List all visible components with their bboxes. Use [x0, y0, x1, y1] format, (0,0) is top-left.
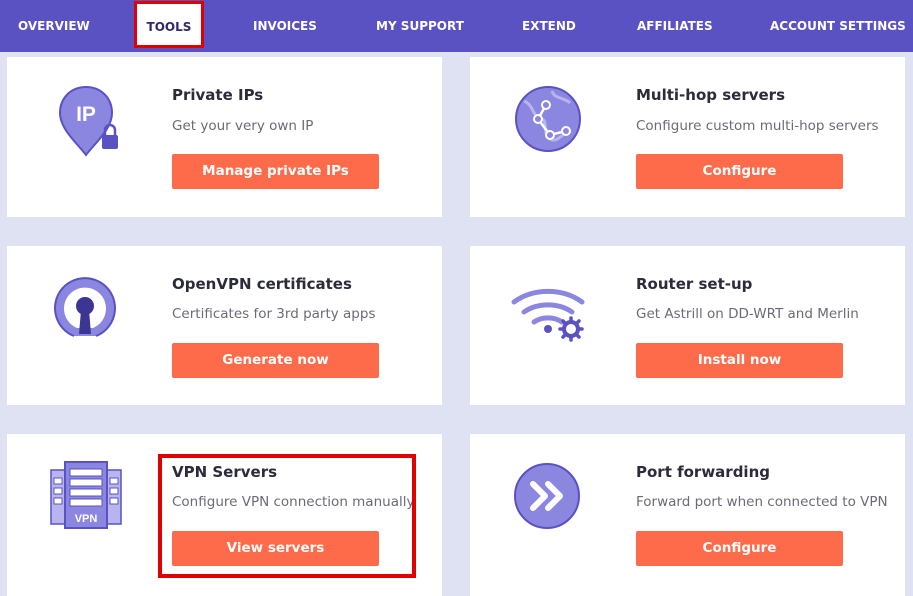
server-rack-icon: VPN [49, 460, 123, 530]
card-description: Configure custom multi-hop servers [636, 118, 879, 134]
card-title: Private IPs [172, 86, 264, 104]
card-openvpn-certificates: OpenVPN certificates Certificates for 3r… [7, 246, 442, 405]
card-multihop-servers: Multi-hop servers Configure custom multi… [470, 57, 905, 217]
nav-invoices[interactable]: INVOICES [253, 0, 317, 52]
card-port-forwarding: Port forwarding Forward port when connec… [470, 434, 905, 596]
nav-affiliates[interactable]: AFFILIATES [637, 0, 713, 52]
view-servers-button[interactable]: View servers [172, 531, 379, 566]
nav-overview[interactable]: OVERVIEW [18, 0, 90, 52]
card-title: Port forwarding [636, 463, 770, 481]
card-private-ips: IP Private IPs Get your very own IP Mana… [7, 57, 442, 217]
app-root: OVERVIEW TOOLS INVOICES MY SUPPORT EXTEN… [0, 0, 913, 596]
card-title: VPN Servers [172, 463, 278, 481]
ip-location-lock-icon: IP [57, 83, 127, 157]
top-nav: OVERVIEW TOOLS INVOICES MY SUPPORT EXTEN… [0, 0, 913, 52]
wifi-gear-icon [510, 282, 586, 342]
vpn-icon-text: VPN [75, 513, 98, 525]
card-description: Configure VPN connection manually [172, 494, 415, 510]
globe-network-icon [512, 83, 584, 155]
card-description: Certificates for 3rd party apps [172, 306, 376, 322]
nav-my-support[interactable]: MY SUPPORT [376, 0, 464, 52]
double-chevron-right-icon [513, 462, 581, 530]
configure-port-forwarding-button[interactable]: Configure [636, 531, 843, 566]
card-title: Multi-hop servers [636, 86, 786, 104]
nav-tools[interactable]: TOOLS [134, 1, 204, 48]
keyhole-icon [52, 276, 118, 342]
configure-multihop-button[interactable]: Configure [636, 154, 843, 189]
card-router-setup: Router set-up Get Astrill on DD-WRT and … [470, 246, 905, 405]
manage-private-ips-button[interactable]: Manage private IPs [172, 154, 379, 189]
card-title: OpenVPN certificates [172, 275, 352, 293]
card-description: Forward port when connected to VPN [636, 494, 888, 510]
generate-now-button[interactable]: Generate now [172, 343, 379, 378]
card-title: Router set-up [636, 275, 753, 293]
card-description: Get your very own IP [172, 118, 314, 134]
nav-account-settings[interactable]: ACCOUNT SETTINGS [770, 0, 906, 52]
install-now-button[interactable]: Install now [636, 343, 843, 378]
card-description: Get Astrill on DD-WRT and Merlin [636, 306, 859, 322]
ip-icon-text: IP [76, 103, 96, 126]
card-vpn-servers: VPN VPN Servers Configure VPN connection… [7, 434, 442, 596]
nav-extend[interactable]: EXTEND [522, 0, 576, 52]
